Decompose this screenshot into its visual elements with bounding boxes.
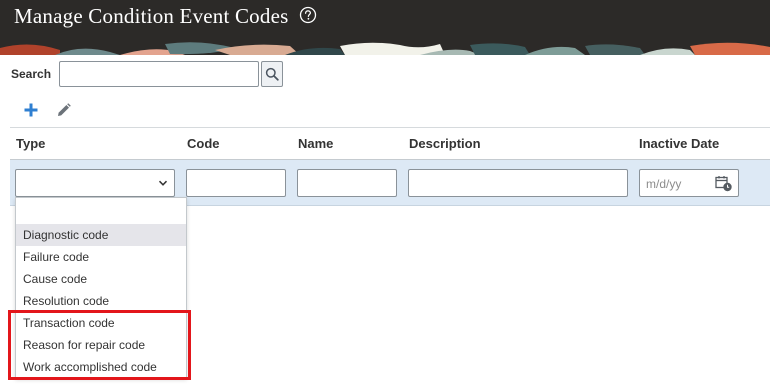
column-header-type[interactable]: Type <box>16 136 45 151</box>
column-header-inactive-date[interactable]: Inactive Date <box>639 136 719 151</box>
decorative-banner <box>0 42 770 55</box>
dropdown-option-transaction[interactable]: Transaction code <box>16 312 186 334</box>
column-header-description[interactable]: Description <box>409 136 481 151</box>
inactive-date-input[interactable]: m/d/yy <box>639 169 739 197</box>
help-circle-icon[interactable] <box>299 6 317 24</box>
dropdown-option-work-accomplished[interactable]: Work accomplished code <box>16 356 186 378</box>
dropdown-option-diagnostic[interactable]: Diagnostic code <box>16 224 186 246</box>
dropdown-option-blank[interactable] <box>16 202 186 224</box>
dropdown-option-resolution[interactable]: Resolution code <box>16 290 186 312</box>
search-button[interactable] <box>261 61 283 87</box>
dropdown-option-failure[interactable]: Failure code <box>16 246 186 268</box>
page-header: Manage Condition Event Codes <box>0 0 770 55</box>
search-label: Search <box>11 67 52 81</box>
dropdown-option-reason-for-repair[interactable]: Reason for repair code <box>16 334 186 356</box>
description-input[interactable] <box>408 169 628 197</box>
type-select[interactable] <box>15 169 175 197</box>
magnifier-icon <box>265 67 279 81</box>
page-title: Manage Condition Event Codes <box>14 4 289 28</box>
pencil-icon <box>57 102 71 116</box>
column-header-code[interactable]: Code <box>187 136 220 151</box>
type-dropdown-list: Diagnostic code Failure code Cause code … <box>15 197 187 378</box>
plus-icon <box>24 103 38 117</box>
table-divider <box>10 127 770 128</box>
dropdown-option-cause[interactable]: Cause code <box>16 268 186 290</box>
edit-button[interactable] <box>53 100 73 120</box>
calendar-clock-icon[interactable] <box>715 175 733 192</box>
column-header-name[interactable]: Name <box>298 136 333 151</box>
date-placeholder: m/d/yy <box>646 177 682 191</box>
name-input[interactable] <box>297 169 397 197</box>
search-input[interactable] <box>59 61 259 87</box>
add-button[interactable] <box>21 100 41 120</box>
chevron-down-icon <box>158 180 168 186</box>
code-input[interactable] <box>186 169 286 197</box>
